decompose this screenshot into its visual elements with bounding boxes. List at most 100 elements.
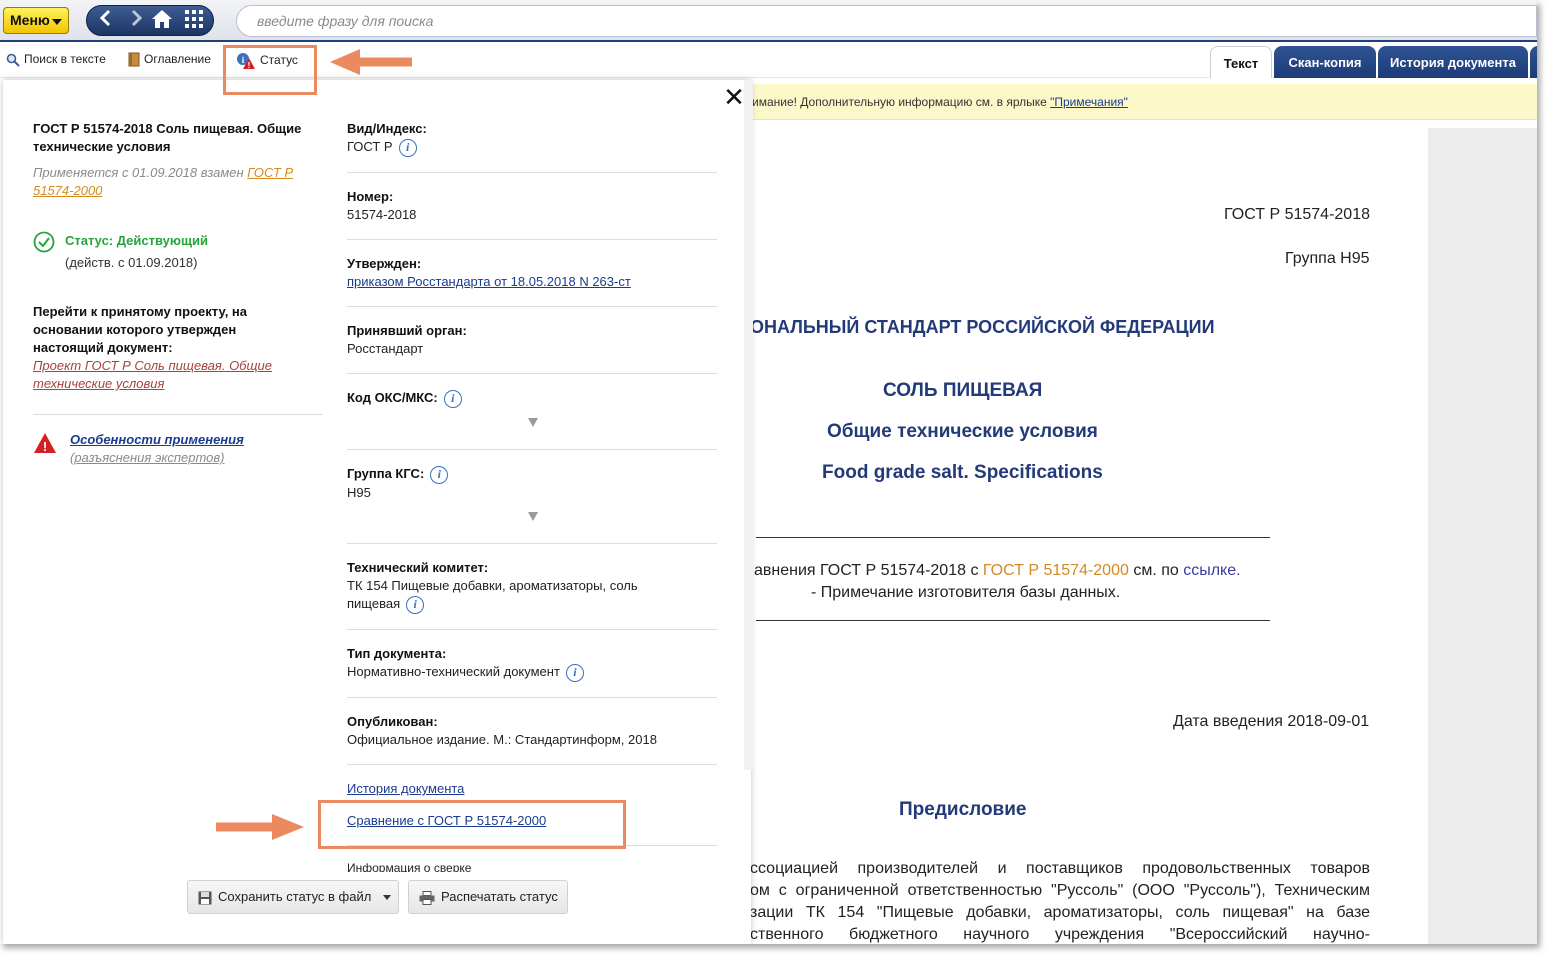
separator: [347, 239, 717, 240]
field-label: Тип документа:: [347, 646, 447, 661]
field-label: Опубликован:: [347, 714, 438, 729]
doc-paragraph-line: ссоциацией производителей и поставщиков …: [750, 860, 1370, 877]
info-icon[interactable]: i: [398, 138, 417, 157]
field-label: Номер:: [347, 189, 394, 204]
features-sub[interactable]: (разъяснения экспертов): [70, 449, 224, 467]
field-label: Группа КГС:: [347, 466, 425, 481]
doc-national-heading: ОНАЛЬНЫЙ СТАНДАРТ РОССИЙСКОЙ ФЕДЕРАЦИИ: [750, 317, 1215, 337]
field-published: Опубликован: Официальное издание. М.: Ст…: [347, 713, 717, 749]
expand-triangle-icon[interactable]: [528, 512, 538, 521]
search-box: [236, 5, 1537, 37]
save-status-button[interactable]: Сохранить статус в файл: [187, 880, 399, 914]
divider-bottom: [756, 620, 1270, 621]
project-text: Перейти к принятому проекту, на основани…: [33, 304, 248, 355]
separator: [347, 373, 717, 374]
home-icon: [152, 10, 172, 28]
separator: [347, 172, 717, 173]
field-label: Код ОКС/МКС:: [347, 390, 438, 405]
field-value: пищевая: [347, 596, 401, 611]
notice-bar: имание! Дополнительную информацию см. в …: [748, 84, 1537, 120]
field-value: Н95: [347, 484, 371, 500]
popup-scrollbar[interactable]: [744, 80, 753, 770]
doc-subtitle: Общие технические условия: [827, 421, 1098, 442]
magnifier-icon: [6, 53, 20, 67]
search-input[interactable]: [237, 6, 1536, 36]
tab-text[interactable]: Текст: [1210, 46, 1272, 78]
tab-more[interactable]: [1530, 46, 1537, 78]
doc-compare-line: авнения ГОСТ Р 51574-2018 с ГОСТ Р 51574…: [754, 562, 1241, 580]
apps-button[interactable]: [179, 9, 209, 33]
chevron-down-icon: [382, 895, 391, 901]
field-value: Официальное издание. М.: Стандартинформ,…: [347, 732, 657, 747]
tab-scan-copy[interactable]: Скан-копия: [1274, 46, 1376, 78]
chevron-right-icon: [131, 9, 143, 27]
doc-code: ГОСТ Р 51574-2018: [1224, 206, 1370, 223]
tab-text-label: Текст: [1223, 56, 1259, 71]
back-button[interactable]: [91, 9, 121, 33]
printer-icon: [419, 890, 435, 905]
compare-link[interactable]: ссылке: [1183, 562, 1236, 579]
field-value: ТК 154 Пищевые добавки, ароматизаторы, с…: [347, 578, 638, 593]
field-approved: Утвержден: приказом Росстандарта от 18.0…: [347, 255, 717, 291]
replaced-doc-link[interactable]: 51574-2000: [33, 183, 102, 198]
compare-text-c: .: [1236, 562, 1241, 579]
applies-text: Применяется с 01.09.2018 взамен: [33, 165, 248, 180]
field-oks: Код ОКС/МКС: i: [347, 389, 717, 408]
doc-foreword-heading: Предисловие: [899, 799, 1027, 820]
print-status-button[interactable]: Распечатать статус: [408, 880, 568, 914]
document-history-link[interactable]: История документа: [347, 781, 464, 796]
field-doc-type: Тип документа: Нормативно-технический до…: [347, 645, 717, 682]
approved-order-link[interactable]: приказом Росстандарта от 18.05.2018 N 26…: [347, 274, 631, 289]
doc-paragraph-line: зации ТК 154 "Пищевые добавки, ароматиза…: [750, 904, 1370, 921]
compare-doc-link[interactable]: ГОСТ Р 51574-2000: [983, 562, 1129, 579]
svg-text:!: !: [43, 439, 47, 454]
contents-button[interactable]: Оглавление: [128, 52, 211, 67]
separator: [347, 449, 717, 450]
notes-link[interactable]: "Примечания": [1050, 95, 1128, 109]
doc-paragraph-line: ственного бюджетного научного учреждения…: [750, 926, 1370, 943]
search-in-text-label: Поиск в тексте: [24, 52, 106, 66]
close-icon[interactable]: ✕: [723, 84, 745, 110]
field-number: Номер: 51574-2018: [347, 188, 717, 224]
info-icon[interactable]: i: [406, 595, 425, 614]
field-label: Технический комитет:: [347, 560, 489, 575]
info-icon[interactable]: i: [443, 389, 462, 408]
arrow-right-annotation: [216, 814, 304, 840]
menu-button[interactable]: Меню: [3, 7, 69, 34]
tab-scan-copy-label: Скан-копия: [1288, 55, 1362, 70]
navigation-group: [86, 5, 214, 36]
separator: [347, 764, 717, 765]
field-value: Росстандарт: [347, 341, 424, 356]
info-icon[interactable]: i: [565, 663, 584, 682]
app-window: Меню П: [0, 0, 1537, 944]
divider-top: [756, 537, 1270, 538]
info-icon[interactable]: i: [430, 465, 449, 484]
warning-icon: !: [34, 433, 56, 454]
verify-info: Информация о сверке: [347, 862, 472, 872]
field-value: Нормативно-технический документ: [347, 664, 560, 679]
field-value: 51574-2018: [347, 207, 417, 222]
highlight-compare-box: [318, 800, 626, 849]
highlight-status-box: [223, 45, 317, 95]
doc-note: - Примечание изготовителя базы данных.: [811, 584, 1121, 601]
features-link[interactable]: Особенности применения: [70, 431, 244, 449]
grid-icon: [185, 10, 203, 28]
field-label: Вид/Индекс:: [347, 121, 427, 136]
search-in-text-button[interactable]: Поиск в тексте: [6, 52, 106, 67]
field-label: Принявший орган:: [347, 323, 467, 338]
check-circle-icon: [33, 231, 55, 253]
separator: [347, 543, 717, 544]
field-body: Принявший орган: Росстандарт: [347, 322, 717, 358]
tab-document-history[interactable]: История документа: [1378, 46, 1528, 78]
status-value: Статус: Действующий: [65, 233, 208, 248]
home-button[interactable]: [147, 9, 177, 33]
field-kind: Вид/Индекс: ГОСТ Р i: [347, 120, 717, 157]
chevron-left-icon: [99, 9, 111, 27]
popup-doc-title: ГОСТ Р 51574-2018 Соль пищевая. Общие те…: [33, 121, 302, 154]
replaced-doc-link[interactable]: ГОСТ Р: [247, 165, 293, 180]
doc-group: Группа Н95: [1285, 250, 1370, 267]
expand-triangle-icon[interactable]: [528, 418, 538, 427]
book-icon: [128, 52, 140, 67]
project-link[interactable]: Проект ГОСТ Р Соль пищевая. Общие технич…: [33, 357, 313, 393]
chevron-down-icon: [52, 19, 62, 25]
